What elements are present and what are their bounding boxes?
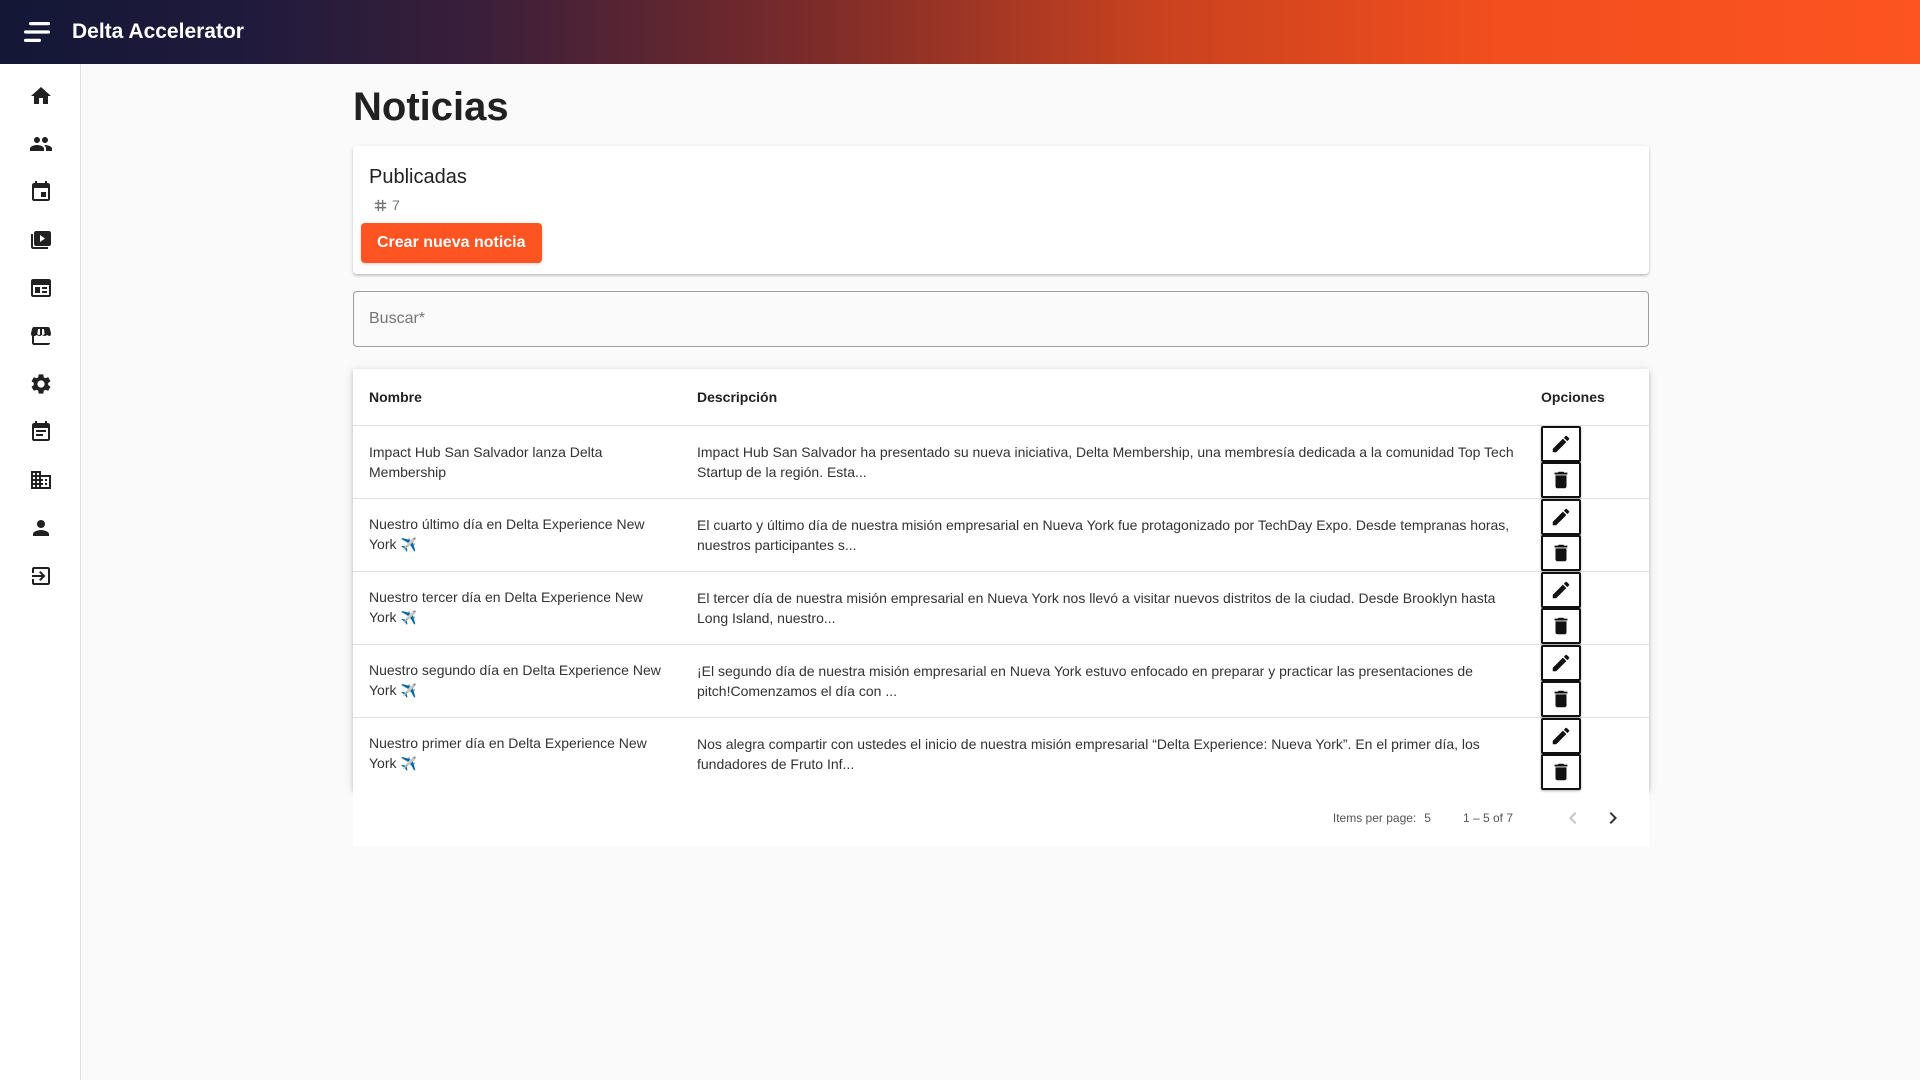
store-icon bbox=[30, 327, 51, 345]
delete-button[interactable] bbox=[1541, 753, 1581, 790]
pencil-icon bbox=[1552, 508, 1570, 525]
sidebar-item-people[interactable] bbox=[0, 120, 81, 168]
table-row: Nuestro segundo día en Delta Experience … bbox=[353, 644, 1649, 718]
delete-button[interactable] bbox=[1541, 680, 1581, 717]
pencil-icon bbox=[1552, 727, 1570, 744]
row-name-cell: Nuestro último día en Delta Experience N… bbox=[353, 498, 681, 572]
logout-icon bbox=[31, 567, 50, 585]
airplane-emoji: ✈️ bbox=[400, 683, 417, 698]
row-name-cell: Nuestro segundo día en Delta Experience … bbox=[353, 644, 681, 718]
sidebar-item-settings[interactable] bbox=[0, 360, 81, 408]
header-name[interactable]: Nombre bbox=[353, 369, 681, 426]
sidebar-item-home[interactable] bbox=[0, 72, 81, 120]
sidebar-item-events[interactable] bbox=[0, 408, 81, 456]
table-row: Nuestro tercer día en Delta Experience N… bbox=[353, 571, 1649, 645]
sidebar-item-calendar[interactable] bbox=[0, 168, 81, 216]
people-icon bbox=[29, 137, 52, 151]
event-note-icon bbox=[31, 421, 50, 441]
edit-button[interactable] bbox=[1541, 498, 1581, 535]
create-news-button[interactable]: Crear nueva noticia bbox=[361, 223, 542, 263]
sidebar-item-companies[interactable] bbox=[0, 456, 81, 504]
trash-icon bbox=[1554, 690, 1568, 707]
app-title: Delta Accelerator bbox=[72, 20, 244, 43]
published-label: Publicadas bbox=[369, 166, 467, 188]
trash-icon bbox=[1554, 471, 1568, 488]
sidebar bbox=[0, 64, 81, 1080]
items-per-page-label: Items per page: bbox=[1332, 811, 1417, 825]
next-page-button[interactable] bbox=[1593, 798, 1633, 838]
search-input[interactable] bbox=[369, 310, 1633, 328]
gear-icon bbox=[31, 374, 50, 394]
row-options bbox=[1541, 644, 1649, 718]
row-options bbox=[1541, 717, 1649, 790]
pencil-icon bbox=[1552, 581, 1570, 598]
main-content: Noticias Publicadas 7 Crear nueva notici… bbox=[353, 64, 1649, 846]
edit-button[interactable] bbox=[1541, 425, 1581, 462]
header-description[interactable]: Descripción bbox=[681, 369, 1541, 426]
table-header-row: Nombre Descripción Opciones bbox=[353, 369, 1649, 426]
chevron-left-icon bbox=[1569, 812, 1577, 824]
sidebar-item-store[interactable] bbox=[0, 312, 81, 360]
menu-icon[interactable] bbox=[22, 20, 52, 44]
domain-icon bbox=[30, 471, 51, 489]
delete-button[interactable] bbox=[1541, 607, 1581, 644]
row-options bbox=[1541, 425, 1649, 499]
sidebar-item-profile[interactable] bbox=[0, 504, 81, 552]
search-field[interactable] bbox=[353, 291, 1649, 347]
row-options bbox=[1541, 571, 1649, 645]
row-name-cell: Nuestro primer día en Delta Experience N… bbox=[353, 717, 681, 790]
trash-icon bbox=[1554, 617, 1568, 634]
sidebar-item-logout[interactable] bbox=[0, 552, 81, 600]
row-description: Nos alegra compartir con ustedes el inic… bbox=[697, 735, 1480, 772]
sidebar-item-videos[interactable] bbox=[0, 216, 81, 264]
edit-button[interactable] bbox=[1541, 571, 1581, 608]
items-per-page-select[interactable]: 5 bbox=[1424, 811, 1431, 825]
paginator: Items per page: 5 1 – 5 of 7 bbox=[353, 790, 1649, 846]
row-options bbox=[1541, 498, 1649, 572]
newspaper-icon bbox=[30, 279, 51, 297]
top-app-bar: Delta Accelerator bbox=[0, 0, 1920, 64]
published-card: Publicadas 7 Crear nueva noticia bbox=[353, 146, 1649, 274]
hash-icon bbox=[374, 199, 387, 211]
page-range: 1 – 5 of 7 bbox=[1462, 811, 1513, 825]
delete-button[interactable] bbox=[1541, 461, 1581, 498]
trash-icon bbox=[1554, 544, 1568, 561]
chevron-right-icon bbox=[1609, 812, 1617, 824]
pencil-icon bbox=[1552, 654, 1570, 671]
airplane-emoji: ✈️ bbox=[400, 756, 417, 772]
person-icon bbox=[32, 520, 49, 536]
delete-button[interactable] bbox=[1541, 534, 1581, 571]
table-row: Nuestro último día en Delta Experience N… bbox=[353, 498, 1649, 572]
pencil-icon bbox=[1552, 435, 1570, 452]
row-description: El tercer día de nuestra misión empresar… bbox=[681, 571, 1541, 645]
page-title: Noticias bbox=[353, 85, 509, 129]
row-name: Impact Hub San Salvador lanza Delta Memb… bbox=[369, 443, 603, 480]
row-name-cell: Impact Hub San Salvador lanza Delta Memb… bbox=[353, 425, 681, 499]
row-name-cell: Nuestro tercer día en Delta Experience N… bbox=[353, 571, 681, 645]
published-count: 7 bbox=[372, 196, 1641, 214]
published-count-value: 7 bbox=[392, 197, 400, 213]
airplane-emoji: ✈️ bbox=[400, 537, 417, 552]
table-row: Nuestro primer día en Delta Experience N… bbox=[353, 717, 1649, 790]
table-row: Impact Hub San Salvador lanza Delta Memb… bbox=[353, 425, 1649, 499]
row-description: ¡El segundo día de nuestra misión empres… bbox=[681, 644, 1541, 718]
header-options: Opciones bbox=[1541, 369, 1649, 426]
row-description: Impact Hub San Salvador ha presentado su… bbox=[681, 425, 1541, 499]
edit-button[interactable] bbox=[1541, 644, 1581, 681]
edit-button[interactable] bbox=[1541, 717, 1581, 754]
trash-icon bbox=[1554, 763, 1568, 780]
previous-page-button[interactable] bbox=[1553, 798, 1593, 838]
calendar-event-icon bbox=[31, 181, 50, 201]
row-description: El cuarto y último día de nuestra misión… bbox=[681, 498, 1541, 572]
video-library-icon bbox=[30, 231, 51, 249]
home-icon bbox=[30, 87, 51, 104]
news-table: Nombre Descripción Opciones Impact Hub S… bbox=[353, 369, 1649, 790]
sidebar-item-news[interactable] bbox=[0, 264, 81, 312]
airplane-emoji: ✈️ bbox=[400, 610, 417, 625]
